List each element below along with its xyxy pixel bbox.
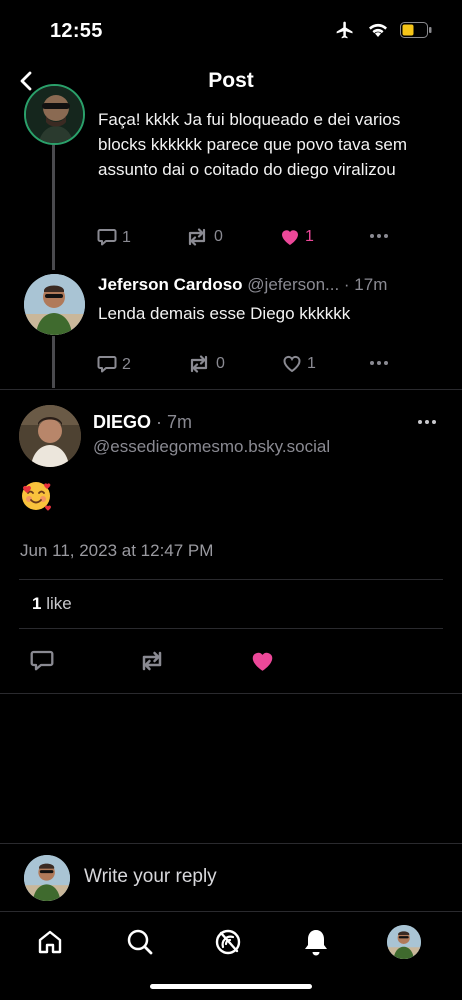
post-timestamp: Jun 11, 2023 at 12:47 PM (20, 541, 214, 560)
status-bar: 12:55 (0, 0, 462, 60)
main-post-author: DIEGO · 7m (93, 412, 192, 433)
tab-bar (0, 912, 462, 972)
repost-icon (188, 228, 206, 246)
like-button[interactable] (250, 650, 275, 677)
post-time: · 7m (156, 412, 193, 432)
wifi-icon (368, 22, 388, 43)
comment-icon (30, 650, 54, 671)
repost-count: 0 (216, 355, 225, 372)
thread-connector (52, 140, 55, 270)
tab-feeds[interactable] (210, 924, 246, 960)
reply-text: Lenda demais esse Diego kkkkkk (98, 304, 351, 323)
like-count: 1 (307, 355, 316, 372)
like-label: like (46, 594, 72, 613)
divider (19, 579, 443, 580)
more-options-icon[interactable] (418, 420, 436, 424)
likes-summary[interactable]: 1 like (32, 594, 72, 614)
divider (0, 693, 462, 694)
search-icon (127, 929, 153, 955)
smiling-face-with-hearts-icon (20, 480, 52, 512)
home-indicator (150, 984, 312, 989)
repost-button[interactable]: 0 (187, 355, 225, 373)
avatar[interactable] (24, 274, 85, 335)
feeds-icon (215, 929, 241, 955)
tab-profile[interactable] (386, 924, 422, 960)
airplane-icon (334, 20, 356, 45)
tab-notifications[interactable] (298, 924, 334, 960)
reply-author: Jeferson Cardoso @jeferson... · 17m (98, 275, 387, 295)
post-time: · 17m (343, 275, 388, 294)
reply-actions: 1 0 1 (97, 228, 397, 252)
like-button[interactable]: 1 (282, 355, 316, 373)
divider (0, 389, 462, 390)
tab-home[interactable] (32, 924, 68, 960)
author-name[interactable]: DIEGO (93, 412, 151, 432)
reply-count: 1 (122, 228, 131, 246)
notifications-icon (305, 930, 327, 956)
avatar (24, 855, 70, 901)
comment-icon (97, 356, 117, 373)
home-icon (38, 930, 62, 954)
more-options-icon[interactable] (370, 234, 388, 238)
status-icons (334, 20, 432, 45)
avatar[interactable] (24, 84, 85, 145)
reply-actions: 2 0 1 (97, 355, 397, 379)
reply-button[interactable]: 2 (97, 355, 131, 374)
reply-composer[interactable]: Write your reply (0, 844, 462, 912)
heart-filled-icon (282, 230, 298, 245)
repost-button[interactable]: 0 (185, 228, 223, 246)
reply-text: Faça! kkkk Ja fui bloqueado e dei varios… (98, 110, 407, 179)
reply-count: 2 (122, 355, 131, 373)
author-handle[interactable]: @essediegomesmo.bsky.social (93, 437, 330, 457)
comment-icon (97, 229, 117, 246)
heart-icon (283, 355, 301, 373)
profile-avatar (387, 925, 421, 959)
like-button[interactable]: 1 (280, 228, 314, 246)
reply-button[interactable] (30, 650, 54, 677)
author-handle[interactable]: @jeferson... (247, 275, 339, 294)
reply-button[interactable]: 1 (97, 228, 131, 247)
like-total: 1 (32, 594, 42, 613)
more-options-icon[interactable] (370, 361, 388, 365)
author-name[interactable]: Jeferson Cardoso (98, 275, 243, 294)
heart-filled-icon (252, 652, 273, 671)
battery-icon (400, 22, 432, 43)
divider (19, 628, 443, 629)
repost-icon (142, 651, 162, 671)
status-time: 12:55 (50, 20, 103, 42)
thread-connector (52, 336, 55, 388)
repost-button[interactable] (138, 651, 166, 676)
avatar[interactable] (19, 405, 81, 467)
reply-input[interactable]: Write your reply (84, 866, 217, 888)
repost-icon (190, 355, 208, 373)
repost-count: 0 (214, 228, 223, 245)
tab-search[interactable] (122, 924, 158, 960)
main-post-actions (0, 648, 462, 676)
like-count: 1 (305, 228, 314, 245)
